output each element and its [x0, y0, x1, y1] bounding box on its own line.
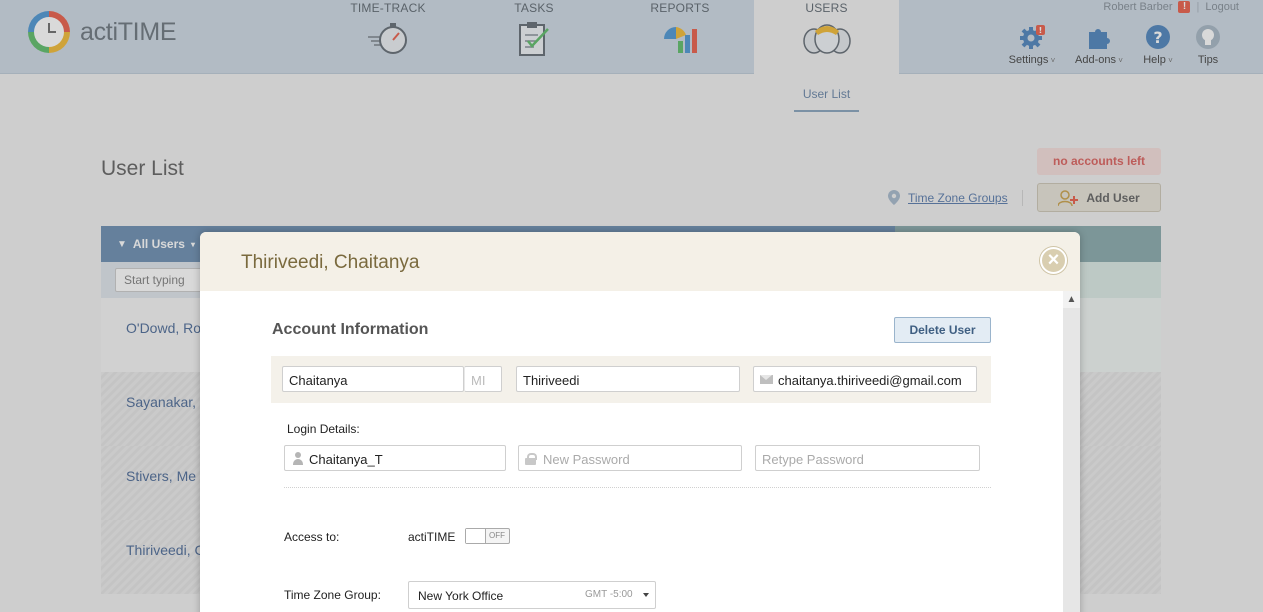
access-label: Access to: — [284, 530, 340, 544]
access-toggle[interactable]: OFF — [465, 528, 510, 544]
user-icon — [293, 452, 303, 465]
toggle-knob — [466, 529, 486, 543]
new-password-placeholder: New Password — [543, 452, 630, 467]
time-zone-group-select[interactable]: New York Office GMT -5:00 — [408, 581, 656, 609]
toggle-state: OFF — [489, 531, 505, 540]
tz-offset: GMT -5:00 — [585, 589, 633, 600]
lock-icon — [525, 453, 537, 465]
login-details-label: Login Details: — [287, 422, 360, 436]
email-value: chaitanya.thiriveedi@gmail.com — [778, 373, 962, 388]
user-details-modal: Thiriveedi, Chaitanya × ▲ Account Inform… — [200, 232, 1080, 612]
first-name-field[interactable]: Chaitanya — [282, 366, 464, 392]
email-field[interactable]: chaitanya.thiriveedi@gmail.com — [753, 366, 977, 392]
time-zone-group-label: Time Zone Group: — [284, 588, 381, 602]
retype-password-field[interactable]: Retype Password — [755, 445, 980, 471]
username-value: Chaitanya_T — [309, 452, 383, 467]
last-name-field[interactable]: Thiriveedi — [516, 366, 740, 392]
envelope-icon — [760, 375, 773, 384]
scrollbar[interactable] — [1063, 291, 1080, 612]
username-field[interactable]: Chaitanya_T — [284, 445, 506, 471]
divider — [284, 487, 991, 488]
section-title: Account Information — [272, 321, 429, 338]
modal-header: Thiriveedi, Chaitanya × — [200, 232, 1080, 291]
middle-initial-field[interactable]: MI — [464, 366, 502, 392]
modal-title: Thiriveedi, Chaitanya — [241, 252, 420, 273]
scroll-up-arrow-icon[interactable]: ▲ — [1063, 291, 1080, 308]
close-icon[interactable]: × — [1040, 247, 1067, 274]
new-password-field[interactable]: New Password — [518, 445, 742, 471]
delete-user-button[interactable]: Delete User — [894, 317, 991, 343]
chevron-down-icon — [643, 593, 649, 597]
access-app-name: actiTIME — [408, 530, 456, 544]
tz-group-value: New York Office — [418, 589, 504, 603]
